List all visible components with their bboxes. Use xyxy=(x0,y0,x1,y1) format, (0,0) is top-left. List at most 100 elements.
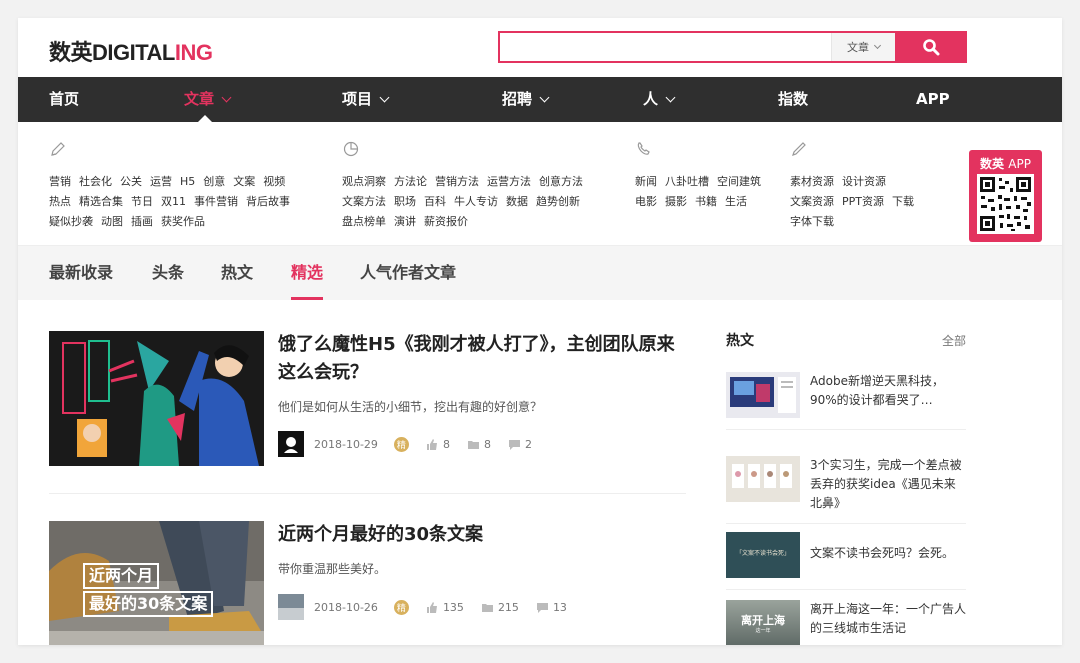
hot-item-title: 离开上海这一年：一个广告人的三线城市生活记 xyxy=(810,602,967,635)
mega-link[interactable]: 空间建筑 xyxy=(717,175,761,188)
featured-badge: 精 xyxy=(393,599,409,615)
nav-item-index[interactable]: 指数 xyxy=(778,77,808,122)
hot-list-item[interactable]: 「文案不读书会死」 文案不读书会死吗？会死。 xyxy=(726,532,966,590)
mega-link[interactable]: 盘点榜单 xyxy=(342,215,386,228)
comments-count: 2 xyxy=(524,437,532,451)
chevron-down-icon xyxy=(665,92,676,103)
mega-link[interactable]: 百科 xyxy=(424,195,446,208)
mega-link[interactable]: 方法论 xyxy=(394,175,427,188)
mega-link[interactable]: 数据 xyxy=(506,195,528,208)
mega-link[interactable]: 薪资报价 xyxy=(424,215,468,228)
mega-link[interactable]: 背后故事 xyxy=(246,195,290,208)
site-logo[interactable]: 数英DIGITALING xyxy=(49,35,213,67)
mega-link[interactable]: 运营 xyxy=(150,175,172,188)
nav-label: 人 xyxy=(643,90,659,108)
tab-headlines[interactable]: 头条 xyxy=(152,246,184,300)
sidebar-title: 热文 xyxy=(726,333,754,349)
mega-link[interactable]: 演讲 xyxy=(394,215,416,228)
mega-link[interactable]: 热点 xyxy=(49,195,71,208)
comments-stat[interactable]: 2 xyxy=(508,437,532,451)
mega-link[interactable]: 插画 xyxy=(131,215,153,228)
hot-list-item[interactable]: 3个实习生，完成一个差点被丢弃的获奖idea《遇见未来北鼻》 xyxy=(726,456,966,524)
view-all-link[interactable]: 全部 xyxy=(942,332,966,349)
mega-link[interactable]: 摄影 xyxy=(665,195,687,208)
mega-link[interactable]: PPT资源 xyxy=(842,195,884,208)
article-thumbnail[interactable]: 近两个月 最好的30条文案 xyxy=(49,521,264,645)
mega-link[interactable]: H5 xyxy=(180,175,195,188)
mega-link[interactable]: 文案方法 xyxy=(342,195,386,208)
mega-link[interactable]: 设计资源 xyxy=(842,175,886,188)
mega-link[interactable]: 精选合集 xyxy=(79,195,123,208)
mega-link[interactable]: 视频 xyxy=(263,175,285,188)
main-nav: 首页 文章 项目 招聘 人 指数 APP xyxy=(18,77,1062,122)
mega-link[interactable]: 获奖作品 xyxy=(161,215,205,228)
mega-link[interactable]: 电影 xyxy=(635,195,657,208)
mega-link[interactable]: 营销方法 xyxy=(435,175,479,188)
nav-item-jobs[interactable]: 招聘 xyxy=(502,77,550,122)
mega-link[interactable]: 素材资源 xyxy=(790,175,834,188)
mega-link[interactable]: 营销 xyxy=(49,175,71,188)
mega-link[interactable]: 书籍 xyxy=(695,195,717,208)
comments-stat[interactable]: 13 xyxy=(536,601,567,614)
comment-icon xyxy=(536,602,548,613)
comment-icon xyxy=(508,439,520,450)
thumb-caption-1: 近两个月 xyxy=(83,563,160,589)
likes-stat[interactable]: 135 xyxy=(426,601,464,614)
mega-link[interactable]: 文案资源 xyxy=(790,195,834,208)
search-input[interactable] xyxy=(500,33,830,61)
hot-thumbnail xyxy=(726,456,800,502)
likes-stat[interactable]: 8 xyxy=(426,438,450,451)
mega-link[interactable]: 八卦吐槽 xyxy=(665,175,709,188)
tab-latest[interactable]: 最新收录 xyxy=(49,246,113,300)
tab-featured[interactable]: 精选 xyxy=(291,246,324,300)
article-title[interactable]: 饿了么魔性H5《我刚才被人打了》，主创团队原来这么会玩？ xyxy=(278,331,683,387)
nav-item-projects[interactable]: 项目 xyxy=(342,77,390,122)
mega-link[interactable]: 文案 xyxy=(233,175,255,188)
nav-label: 首页 xyxy=(49,90,80,108)
nav-item-app[interactable]: APP xyxy=(916,77,950,122)
page-frame: 数英DIGITALING 文章 首页 文章 项目 招聘 人 指数 APP 营销社… xyxy=(18,18,1062,645)
mega-links: 营销 社会化 公关 运营 H5 创意 文案 视频热点 精选合集 节日 双11 事件营销 背后故事疑似抄袭… xyxy=(49,172,309,232)
mega-link[interactable]: 新闻 xyxy=(635,175,657,188)
article-thumbnail[interactable] xyxy=(49,331,264,466)
mega-link[interactable]: 双11 xyxy=(161,195,186,208)
author-avatar[interactable] xyxy=(278,431,304,457)
search-type-select[interactable]: 文章 xyxy=(831,33,895,61)
chevron-down-icon xyxy=(221,92,232,103)
header: 数英DIGITALING 文章 xyxy=(18,18,1062,77)
content-tabs: 最新收录 头条 热文 精选 人气作者文章 xyxy=(18,246,1062,300)
mega-link[interactable]: 趋势创新 xyxy=(536,195,580,208)
thumb-caption: 「文案不读书会死」 xyxy=(735,550,790,557)
favorites-stat[interactable]: 215 xyxy=(481,601,519,614)
logo-text: 数英DIGITAL xyxy=(49,40,175,65)
tab-hot[interactable]: 热文 xyxy=(221,246,253,300)
search-button[interactable] xyxy=(895,31,967,63)
favorites-stat[interactable]: 8 xyxy=(467,438,491,451)
mega-link[interactable]: 动图 xyxy=(101,215,123,228)
hot-list-item[interactable]: Adobe新增逆天黑科技，90%的设计都看哭了… xyxy=(726,372,966,430)
illustration-image xyxy=(49,331,264,466)
mega-link[interactable]: 事件营销 xyxy=(194,195,238,208)
mega-link[interactable]: 社会化 xyxy=(79,175,112,188)
logo-highlight: ING xyxy=(174,40,213,65)
folder-icon xyxy=(467,440,479,449)
app-download-badge[interactable]: 数英 APP xyxy=(969,150,1042,242)
mega-link[interactable]: 观点洞察 xyxy=(342,175,386,188)
mega-link[interactable]: 牛人专访 xyxy=(454,195,498,208)
article-title[interactable]: 近两个月最好的30条文案 xyxy=(278,521,683,549)
nav-item-home[interactable]: 首页 xyxy=(49,77,79,122)
mega-link[interactable]: 下载 xyxy=(892,195,914,208)
author-avatar[interactable] xyxy=(278,594,304,620)
mega-link[interactable]: 创意方法 xyxy=(539,175,583,188)
mega-link[interactable]: 公关 xyxy=(120,175,142,188)
tab-popular-authors[interactable]: 人气作者文章 xyxy=(360,246,456,300)
hot-list-item[interactable]: 离开上海 这一年 离开上海这一年：一个广告人的三线城市生活记 xyxy=(726,600,966,645)
mega-link[interactable]: 节日 xyxy=(131,195,153,208)
mega-link[interactable]: 创意 xyxy=(203,175,225,188)
nav-item-people[interactable]: 人 xyxy=(643,77,676,122)
mega-link[interactable]: 职场 xyxy=(394,195,416,208)
mega-link[interactable]: 运营方法 xyxy=(487,175,531,188)
mega-link[interactable]: 疑似抄袭 xyxy=(49,215,93,228)
mega-link[interactable]: 生活 xyxy=(725,195,747,208)
mega-link[interactable]: 字体下载 xyxy=(790,215,834,228)
